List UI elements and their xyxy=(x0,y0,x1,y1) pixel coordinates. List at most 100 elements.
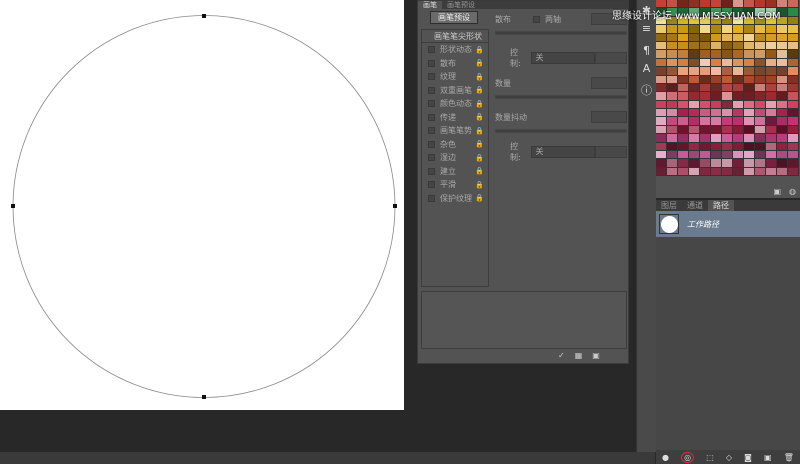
color-swatch[interactable] xyxy=(766,75,777,84)
color-swatch[interactable] xyxy=(678,75,689,84)
color-swatch[interactable] xyxy=(733,167,744,177)
option-checkbox[interactable] xyxy=(428,194,435,202)
color-swatch[interactable] xyxy=(733,25,744,34)
color-swatch[interactable] xyxy=(788,58,799,68)
anchor-point-top[interactable] xyxy=(202,14,206,18)
color-swatch[interactable] xyxy=(722,25,733,34)
color-swatch[interactable] xyxy=(667,125,678,135)
color-swatch[interactable] xyxy=(755,25,766,34)
lock-icon[interactable]: 🔒 xyxy=(475,46,484,54)
color-swatch[interactable] xyxy=(689,67,700,76)
color-swatch[interactable] xyxy=(744,167,755,177)
color-swatch[interactable] xyxy=(777,25,788,34)
color-swatch[interactable] xyxy=(766,33,777,42)
color-swatch[interactable] xyxy=(656,159,667,168)
color-swatch[interactable] xyxy=(700,33,711,42)
color-swatch[interactable] xyxy=(711,125,722,135)
new-brush-icon[interactable]: ▣ xyxy=(592,351,600,360)
color-swatch[interactable] xyxy=(689,109,700,118)
brush-tip-shape-item[interactable]: 画笔笔尖形状 xyxy=(422,30,488,43)
color-swatch[interactable] xyxy=(777,100,788,110)
option-checkbox[interactable] xyxy=(428,127,435,135)
color-swatch[interactable] xyxy=(689,25,700,34)
make-work-path-icon[interactable]: ◇ xyxy=(726,453,732,462)
tab-paths[interactable]: 路径 xyxy=(708,200,734,211)
color-swatch[interactable] xyxy=(766,134,777,143)
color-swatch[interactable] xyxy=(755,92,766,101)
lock-icon[interactable]: 🔒 xyxy=(475,113,484,121)
color-swatch[interactable] xyxy=(722,109,733,118)
color-swatch[interactable] xyxy=(678,83,689,93)
color-swatch[interactable] xyxy=(733,41,744,51)
load-selection-icon[interactable]: ⬚ xyxy=(706,453,714,462)
color-swatch[interactable] xyxy=(733,50,744,59)
color-swatch[interactable] xyxy=(656,109,667,118)
color-swatch[interactable] xyxy=(656,117,667,126)
color-swatch[interactable] xyxy=(656,134,667,143)
color-swatch[interactable] xyxy=(689,41,700,51)
color-swatch[interactable] xyxy=(711,58,722,68)
color-swatch[interactable] xyxy=(700,134,711,143)
color-swatch[interactable] xyxy=(788,50,799,59)
color-swatch[interactable] xyxy=(678,33,689,42)
control2-select[interactable]: 关 xyxy=(530,146,595,158)
color-swatch[interactable] xyxy=(700,109,711,118)
brush-option-item[interactable]: 保护纹理 🔒 xyxy=(422,192,488,206)
color-swatch[interactable] xyxy=(733,109,744,118)
color-swatch[interactable] xyxy=(689,92,700,101)
color-swatch[interactable] xyxy=(755,41,766,51)
color-swatch[interactable] xyxy=(766,50,777,59)
color-swatch[interactable] xyxy=(755,50,766,59)
color-swatch[interactable] xyxy=(678,41,689,51)
color-swatch[interactable] xyxy=(667,33,678,42)
color-swatch[interactable] xyxy=(700,117,711,126)
option-checkbox[interactable] xyxy=(428,140,435,148)
color-swatch[interactable] xyxy=(722,151,733,160)
color-swatch[interactable] xyxy=(788,75,799,84)
color-swatch[interactable] xyxy=(744,50,755,59)
brush-option-item[interactable]: 传递 🔒 xyxy=(422,111,488,125)
brush-settings-icon[interactable]: ≡ xyxy=(639,22,655,36)
color-swatch[interactable] xyxy=(678,58,689,68)
color-swatch[interactable] xyxy=(755,125,766,135)
color-swatch[interactable] xyxy=(755,100,766,110)
color-swatch[interactable] xyxy=(700,159,711,168)
color-swatch[interactable] xyxy=(711,142,722,152)
color-swatch[interactable] xyxy=(667,92,678,101)
color-swatch[interactable] xyxy=(788,151,799,160)
add-mask-icon[interactable]: ◙ xyxy=(744,453,752,462)
color-swatch[interactable] xyxy=(689,167,700,177)
color-swatch[interactable] xyxy=(667,167,678,177)
color-swatch[interactable] xyxy=(656,25,667,34)
color-swatch[interactable] xyxy=(711,83,722,93)
stroke-path-icon[interactable]: ◎ xyxy=(681,451,695,463)
color-swatch[interactable] xyxy=(667,58,678,68)
option-checkbox[interactable] xyxy=(428,46,435,54)
anchor-point-bottom[interactable] xyxy=(202,395,206,399)
color-swatch[interactable] xyxy=(667,75,678,84)
color-swatch[interactable] xyxy=(678,100,689,110)
color-swatch[interactable] xyxy=(755,142,766,152)
color-swatch[interactable] xyxy=(700,67,711,76)
color-swatch[interactable] xyxy=(722,167,733,177)
tab-brush[interactable]: 画笔 xyxy=(418,1,442,9)
color-swatch[interactable] xyxy=(777,159,788,168)
color-swatch[interactable] xyxy=(733,159,744,168)
color-swatch[interactable] xyxy=(755,167,766,177)
color-swatch[interactable] xyxy=(777,92,788,101)
color-swatch[interactable] xyxy=(766,58,777,68)
color-swatch[interactable] xyxy=(667,151,678,160)
color-swatch[interactable] xyxy=(788,83,799,93)
color-swatch[interactable] xyxy=(700,41,711,51)
color-swatch[interactable] xyxy=(766,125,777,135)
color-swatch[interactable] xyxy=(656,67,667,76)
fill-path-icon[interactable]: ● xyxy=(662,453,669,462)
option-checkbox[interactable] xyxy=(428,73,435,81)
delete-path-icon[interactable]: 🗑 xyxy=(784,453,794,462)
color-swatch[interactable] xyxy=(766,117,777,126)
grid-icon[interactable]: ▦ xyxy=(575,351,583,360)
lock-icon[interactable]: 🔒 xyxy=(475,127,484,135)
color-swatch[interactable] xyxy=(755,109,766,118)
color-swatch[interactable] xyxy=(722,58,733,68)
option-checkbox[interactable] xyxy=(428,167,435,175)
